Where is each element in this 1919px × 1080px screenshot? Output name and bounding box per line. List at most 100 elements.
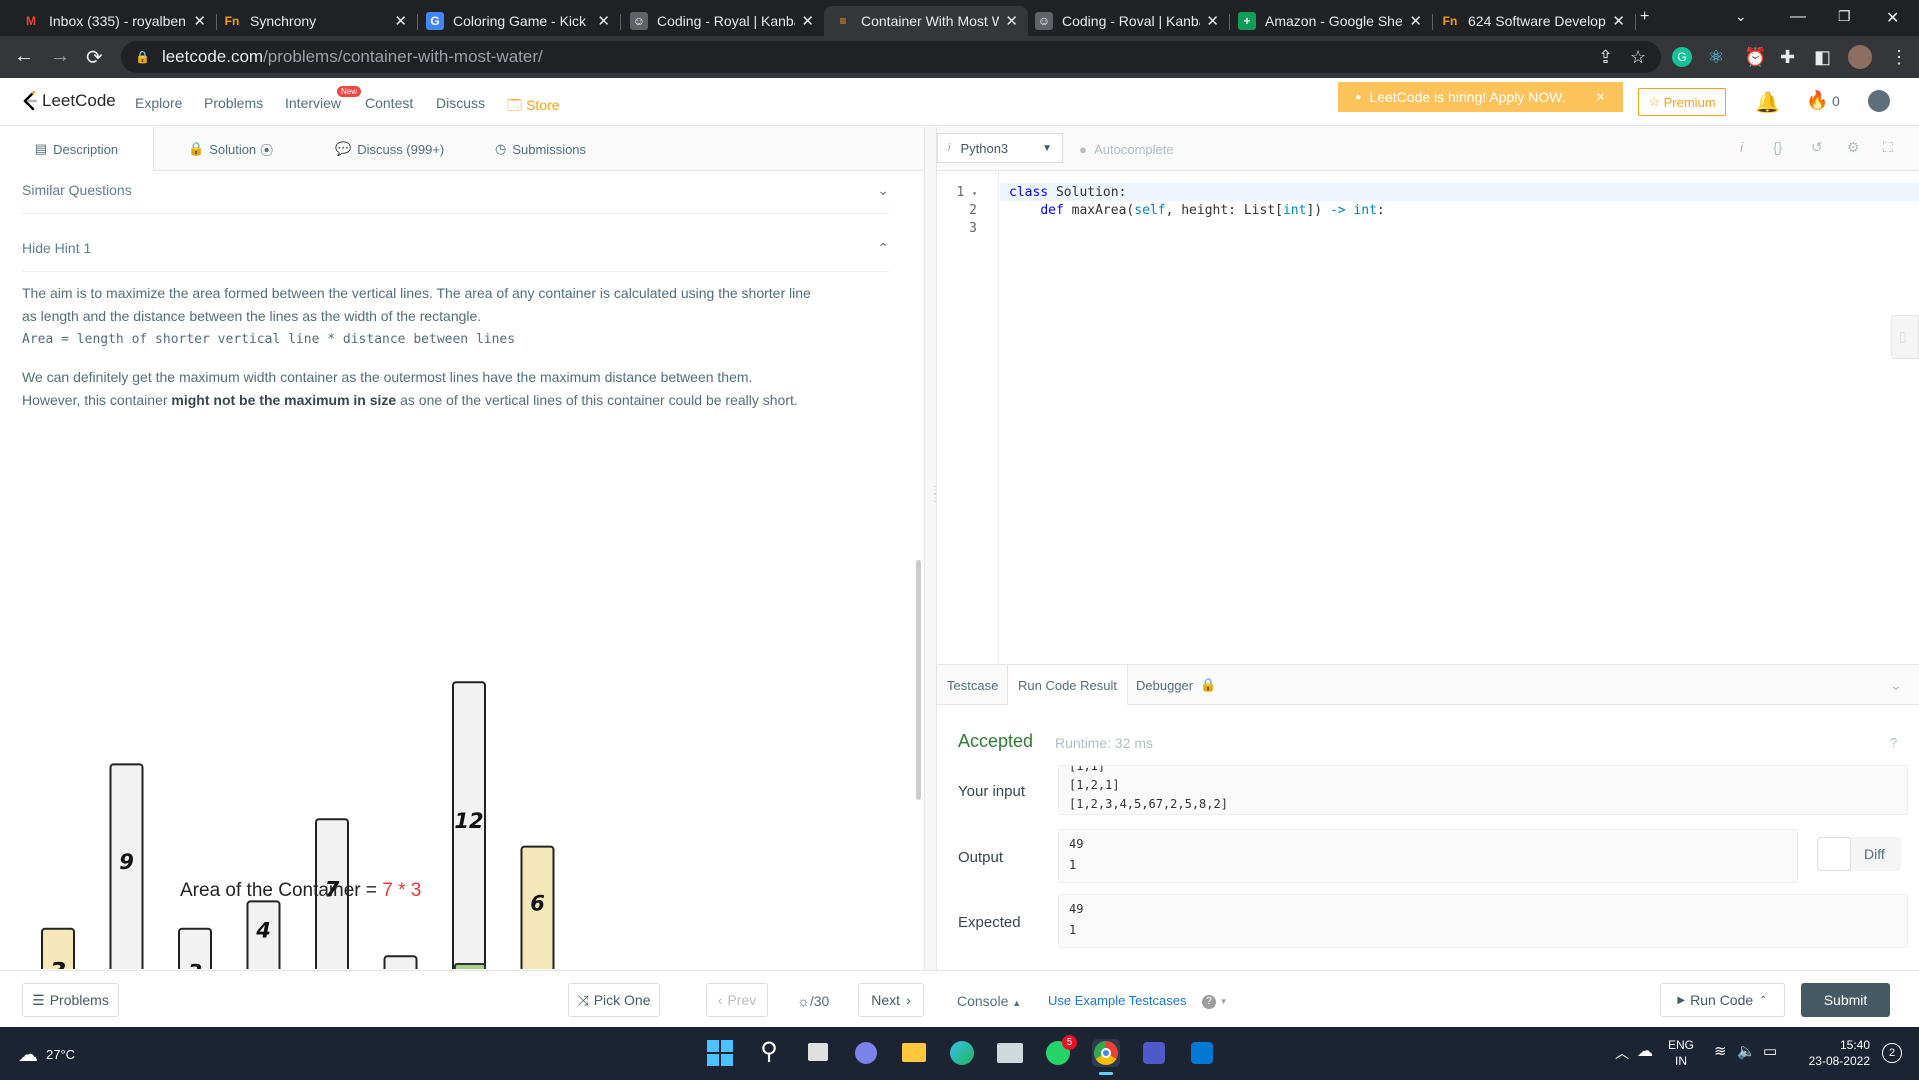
left-scrollbar[interactable]: [916, 560, 921, 800]
hiring-banner[interactable]: ● LeetCode is hiring! Apply NOW. ✕: [1338, 82, 1623, 112]
braces-icon[interactable]: {}: [1773, 139, 1782, 155]
problems-list-button[interactable]: ☰ Problems: [22, 983, 119, 1017]
battery-icon[interactable]: ▭: [1763, 1042, 1777, 1060]
browser-tab[interactable]: ☺ Coding - Roval | Kanba ✕: [1025, 6, 1230, 36]
volume-icon[interactable]: 🔈: [1737, 1042, 1756, 1060]
run-code-button[interactable]: ▶ Run Code ⌃: [1660, 983, 1785, 1017]
side-note-tab[interactable]: ▯: [1891, 315, 1919, 359]
photos-icon[interactable]: [996, 1039, 1024, 1067]
tab-close-icon[interactable]: ✕: [1206, 12, 1219, 30]
nav-interview[interactable]: Interview: [285, 95, 341, 111]
pick-one-button[interactable]: ⤨ Pick One: [568, 983, 660, 1017]
pane-splitter[interactable]: ⋮ ⋮: [924, 127, 940, 970]
prev-button[interactable]: ‹ Prev: [706, 983, 768, 1017]
hint-toggle[interactable]: Hide Hint 1 ⌃: [22, 240, 889, 256]
submit-button[interactable]: Submit: [1801, 983, 1890, 1017]
chrome-icon[interactable]: [1092, 1039, 1120, 1075]
nav-store[interactable]: 🗔 Store: [507, 95, 560, 119]
tab-run-code-result[interactable]: Run Code Result: [1007, 665, 1128, 705]
info-icon[interactable]: i: [1740, 139, 1743, 155]
menu-dots-icon[interactable]: ⋮: [1890, 47, 1908, 68]
alarm-extension-icon[interactable]: ⏰: [1744, 47, 1766, 68]
side-panel-icon[interactable]: ◧: [1814, 47, 1831, 68]
onedrive-cloud-icon[interactable]: ☁: [1637, 1041, 1653, 1061]
tab-close-icon[interactable]: ✕: [1409, 12, 1422, 30]
task-view-icon[interactable]: [804, 1039, 832, 1067]
whatsapp-icon[interactable]: 5: [1044, 1035, 1077, 1067]
weather-widget[interactable]: ☁ 27°C: [18, 1042, 75, 1067]
settings-icon[interactable]: ⚙: [1847, 139, 1860, 156]
console-toggle[interactable]: Console ▲: [957, 993, 1021, 1009]
autocomplete-toggle[interactable]: ● Autocomplete: [1079, 142, 1174, 157]
windows-start-icon[interactable]: [706, 1039, 734, 1067]
tab-close-icon[interactable]: ✕: [394, 12, 407, 30]
language-indicator[interactable]: ENG IN: [1668, 1037, 1694, 1069]
outlook-icon[interactable]: [1188, 1039, 1216, 1067]
tab-close-icon[interactable]: ✕: [801, 12, 814, 30]
browser-tab[interactable]: ≡ Container With Most W ✕: [824, 6, 1028, 36]
reset-icon[interactable]: ↺: [1811, 139, 1823, 156]
tab-close-icon[interactable]: ✕: [1005, 12, 1018, 30]
tab-search-icon[interactable]: ⌄: [1735, 8, 1747, 25]
premium-button[interactable]: ☆ Premium: [1638, 88, 1726, 116]
tab-close-icon[interactable]: ✕: [597, 12, 610, 30]
bookmark-star-icon[interactable]: ☆: [1630, 47, 1646, 68]
minimize-button[interactable]: —: [1790, 8, 1806, 26]
new-tab-button[interactable]: +: [1640, 8, 1649, 26]
close-window-button[interactable]: ✕: [1886, 8, 1899, 28]
reload-icon[interactable]: ⟳: [86, 45, 103, 70]
file-explorer-icon[interactable]: [900, 1039, 928, 1067]
nav-discuss[interactable]: Discuss: [436, 95, 485, 111]
search-icon[interactable]: ⚲: [755, 1039, 783, 1067]
profile-avatar[interactable]: [1848, 45, 1872, 69]
clock[interactable]: 15:40 23-08-2022: [1798, 1037, 1870, 1069]
chevron-down-icon[interactable]: ⌄: [1890, 677, 1902, 694]
url-input[interactable]: 🔒 leetcode.com/problems/container-with-m…: [121, 41, 1661, 73]
teams-chat-icon[interactable]: [852, 1039, 880, 1067]
restore-button[interactable]: ❐: [1838, 8, 1851, 25]
help-dropdown[interactable]: ? ▼: [1202, 992, 1228, 1009]
tab-discuss[interactable]: 💬 Discuss (999+): [335, 127, 444, 171]
browser-tab[interactable]: ☺ Coding - Royal | Kanba ✕: [620, 6, 824, 36]
react-devtools-icon[interactable]: ⚛: [1708, 47, 1724, 68]
leetcode-logo[interactable]: LeetCode: [22, 91, 116, 111]
extensions-puzzle-icon[interactable]: ✚: [1780, 47, 1795, 68]
edge-icon[interactable]: [948, 1039, 976, 1067]
fullscreen-icon[interactable]: ⛶: [1883, 139, 1893, 156]
wifi-icon[interactable]: ≋: [1714, 1042, 1727, 1060]
back-icon[interactable]: ←: [14, 45, 34, 68]
browser-tab[interactable]: G Coloring Game - Kick ✕: [416, 6, 621, 36]
output-box[interactable]: 49 1: [1058, 829, 1798, 883]
expected-box[interactable]: 49 1: [1058, 894, 1908, 948]
similar-questions-toggle[interactable]: Similar Questions ⌄: [22, 182, 889, 198]
grammarly-icon[interactable]: G: [1672, 47, 1692, 67]
tab-testcase[interactable]: Testcase: [947, 665, 998, 705]
fold-icon[interactable]: ▾: [972, 189, 977, 198]
streak-flame-icon[interactable]: 🔥: [1806, 90, 1828, 111]
nav-explore[interactable]: Explore: [135, 95, 182, 111]
next-button[interactable]: Next ›: [858, 983, 924, 1017]
tab-solution[interactable]: 🔒 Solution ⦿: [188, 127, 273, 171]
tab-submissions[interactable]: ◷ Submissions: [495, 127, 586, 171]
tab-close-icon[interactable]: ✕: [193, 12, 206, 30]
code-editor[interactable]: 1 ▾ 2 3 class Solution: def maxArea(self…: [937, 171, 1919, 663]
help-icon[interactable]: ?: [1890, 735, 1897, 750]
nav-contest[interactable]: Contest: [365, 95, 413, 111]
share-icon[interactable]: ⇪: [1598, 47, 1613, 68]
tray-chevron-up-icon[interactable]: ︿: [1615, 1043, 1629, 1063]
tab-debugger[interactable]: Debugger 🔒: [1136, 665, 1217, 705]
use-example-testcases-link[interactable]: Use Example Testcases: [1048, 993, 1187, 1008]
tab-description[interactable]: ▤ Description: [0, 127, 154, 171]
notification-count[interactable]: 2: [1882, 1043, 1902, 1063]
diff-toggle[interactable]: Diff: [1817, 837, 1901, 871]
input-box[interactable]: [1,1] [1,2,1] [1,2,3,4,5,67,2,5,8,2]: [1058, 765, 1908, 815]
language-select[interactable]: i Python3 ▼: [937, 133, 1063, 163]
browser-tab[interactable]: Fn 624 Software Develop ✕: [1431, 6, 1636, 36]
hiring-close-icon[interactable]: ✕: [1596, 90, 1606, 104]
browser-tab[interactable]: + Amazon - Google She ✕: [1228, 6, 1433, 36]
forward-icon[interactable]: →: [50, 45, 70, 68]
browser-tab[interactable]: Fn Synchrony ✕: [213, 6, 418, 36]
teams-icon[interactable]: [1140, 1039, 1168, 1067]
user-avatar-icon[interactable]: [1868, 90, 1890, 112]
nav-problems[interactable]: Problems: [204, 95, 263, 111]
